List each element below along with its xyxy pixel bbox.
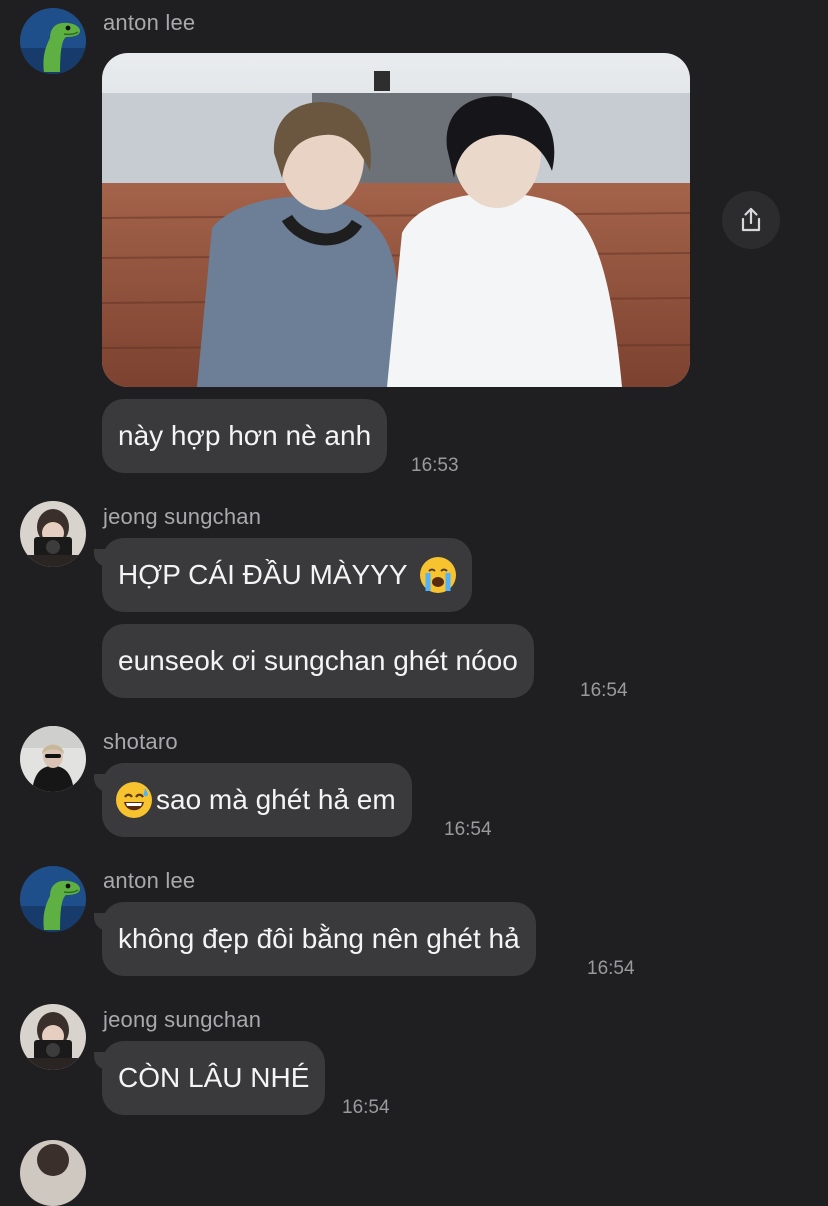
message-timestamp: 16:54 [444, 819, 492, 840]
sender-name: anton lee [103, 868, 196, 893]
message-bubble[interactable]: eunseok ơi sungchan ghét nóoo [102, 624, 534, 698]
sender-name: anton lee [103, 10, 196, 35]
sender-name: shotaro [103, 729, 178, 754]
avatar-shotaro[interactable] [20, 726, 86, 792]
message-timestamp: 16:54 [580, 680, 628, 701]
message-text: HỢP CÁI ĐẦU MÀYYY [118, 559, 408, 590]
message-bubble[interactable]: sao mà ghét hả em [102, 763, 412, 837]
message-bubble[interactable]: HỢP CÁI ĐẦU MÀYYY [102, 538, 472, 612]
avatar-jeong-sungchan[interactable] [20, 501, 86, 567]
message-bubble[interactable]: này hợp hơn nè anh [102, 399, 388, 473]
sender-name: jeong sungchan [103, 504, 262, 529]
person-avatar-image [20, 726, 86, 792]
avatar-anton-lee[interactable] [20, 8, 86, 74]
camera-person-avatar-image [20, 501, 86, 567]
message-text: này hợp hơn nè anh [118, 420, 372, 451]
shared-photo[interactable] [102, 53, 690, 387]
message-text: không đẹp đôi bằng nên ghét hả [118, 923, 520, 954]
message-bubble[interactable]: không đẹp đôi bằng nên ghét hả [102, 902, 536, 976]
message-timestamp: 16:53 [411, 455, 459, 476]
loudly-crying-face-emoji-icon [419, 557, 456, 593]
sender-name: jeong sungchan [103, 1007, 262, 1032]
photo-image [102, 53, 690, 387]
share-button[interactable] [722, 191, 780, 249]
avatar-jeong-sungchan[interactable] [20, 1004, 86, 1070]
avatar-image [20, 1140, 86, 1206]
message-bubble[interactable]: CÒN LÂU NHÉ [102, 1041, 326, 1115]
share-icon [741, 207, 761, 232]
dinosaur-avatar-image [20, 8, 86, 74]
camera-person-avatar-image [20, 1004, 86, 1070]
message-text: CÒN LÂU NHÉ [118, 1062, 310, 1093]
message-text: eunseok ơi sungchan ghét nóoo [118, 645, 518, 676]
message-text: sao mà ghét hả em [156, 784, 396, 815]
avatar-partial[interactable] [20, 1140, 86, 1206]
message-timestamp: 16:54 [587, 958, 635, 979]
avatar-anton-lee[interactable] [20, 866, 86, 932]
message-timestamp: 16:54 [342, 1097, 390, 1118]
grinning-sweat-face-emoji-icon [116, 782, 152, 818]
dinosaur-avatar-image [20, 866, 86, 932]
